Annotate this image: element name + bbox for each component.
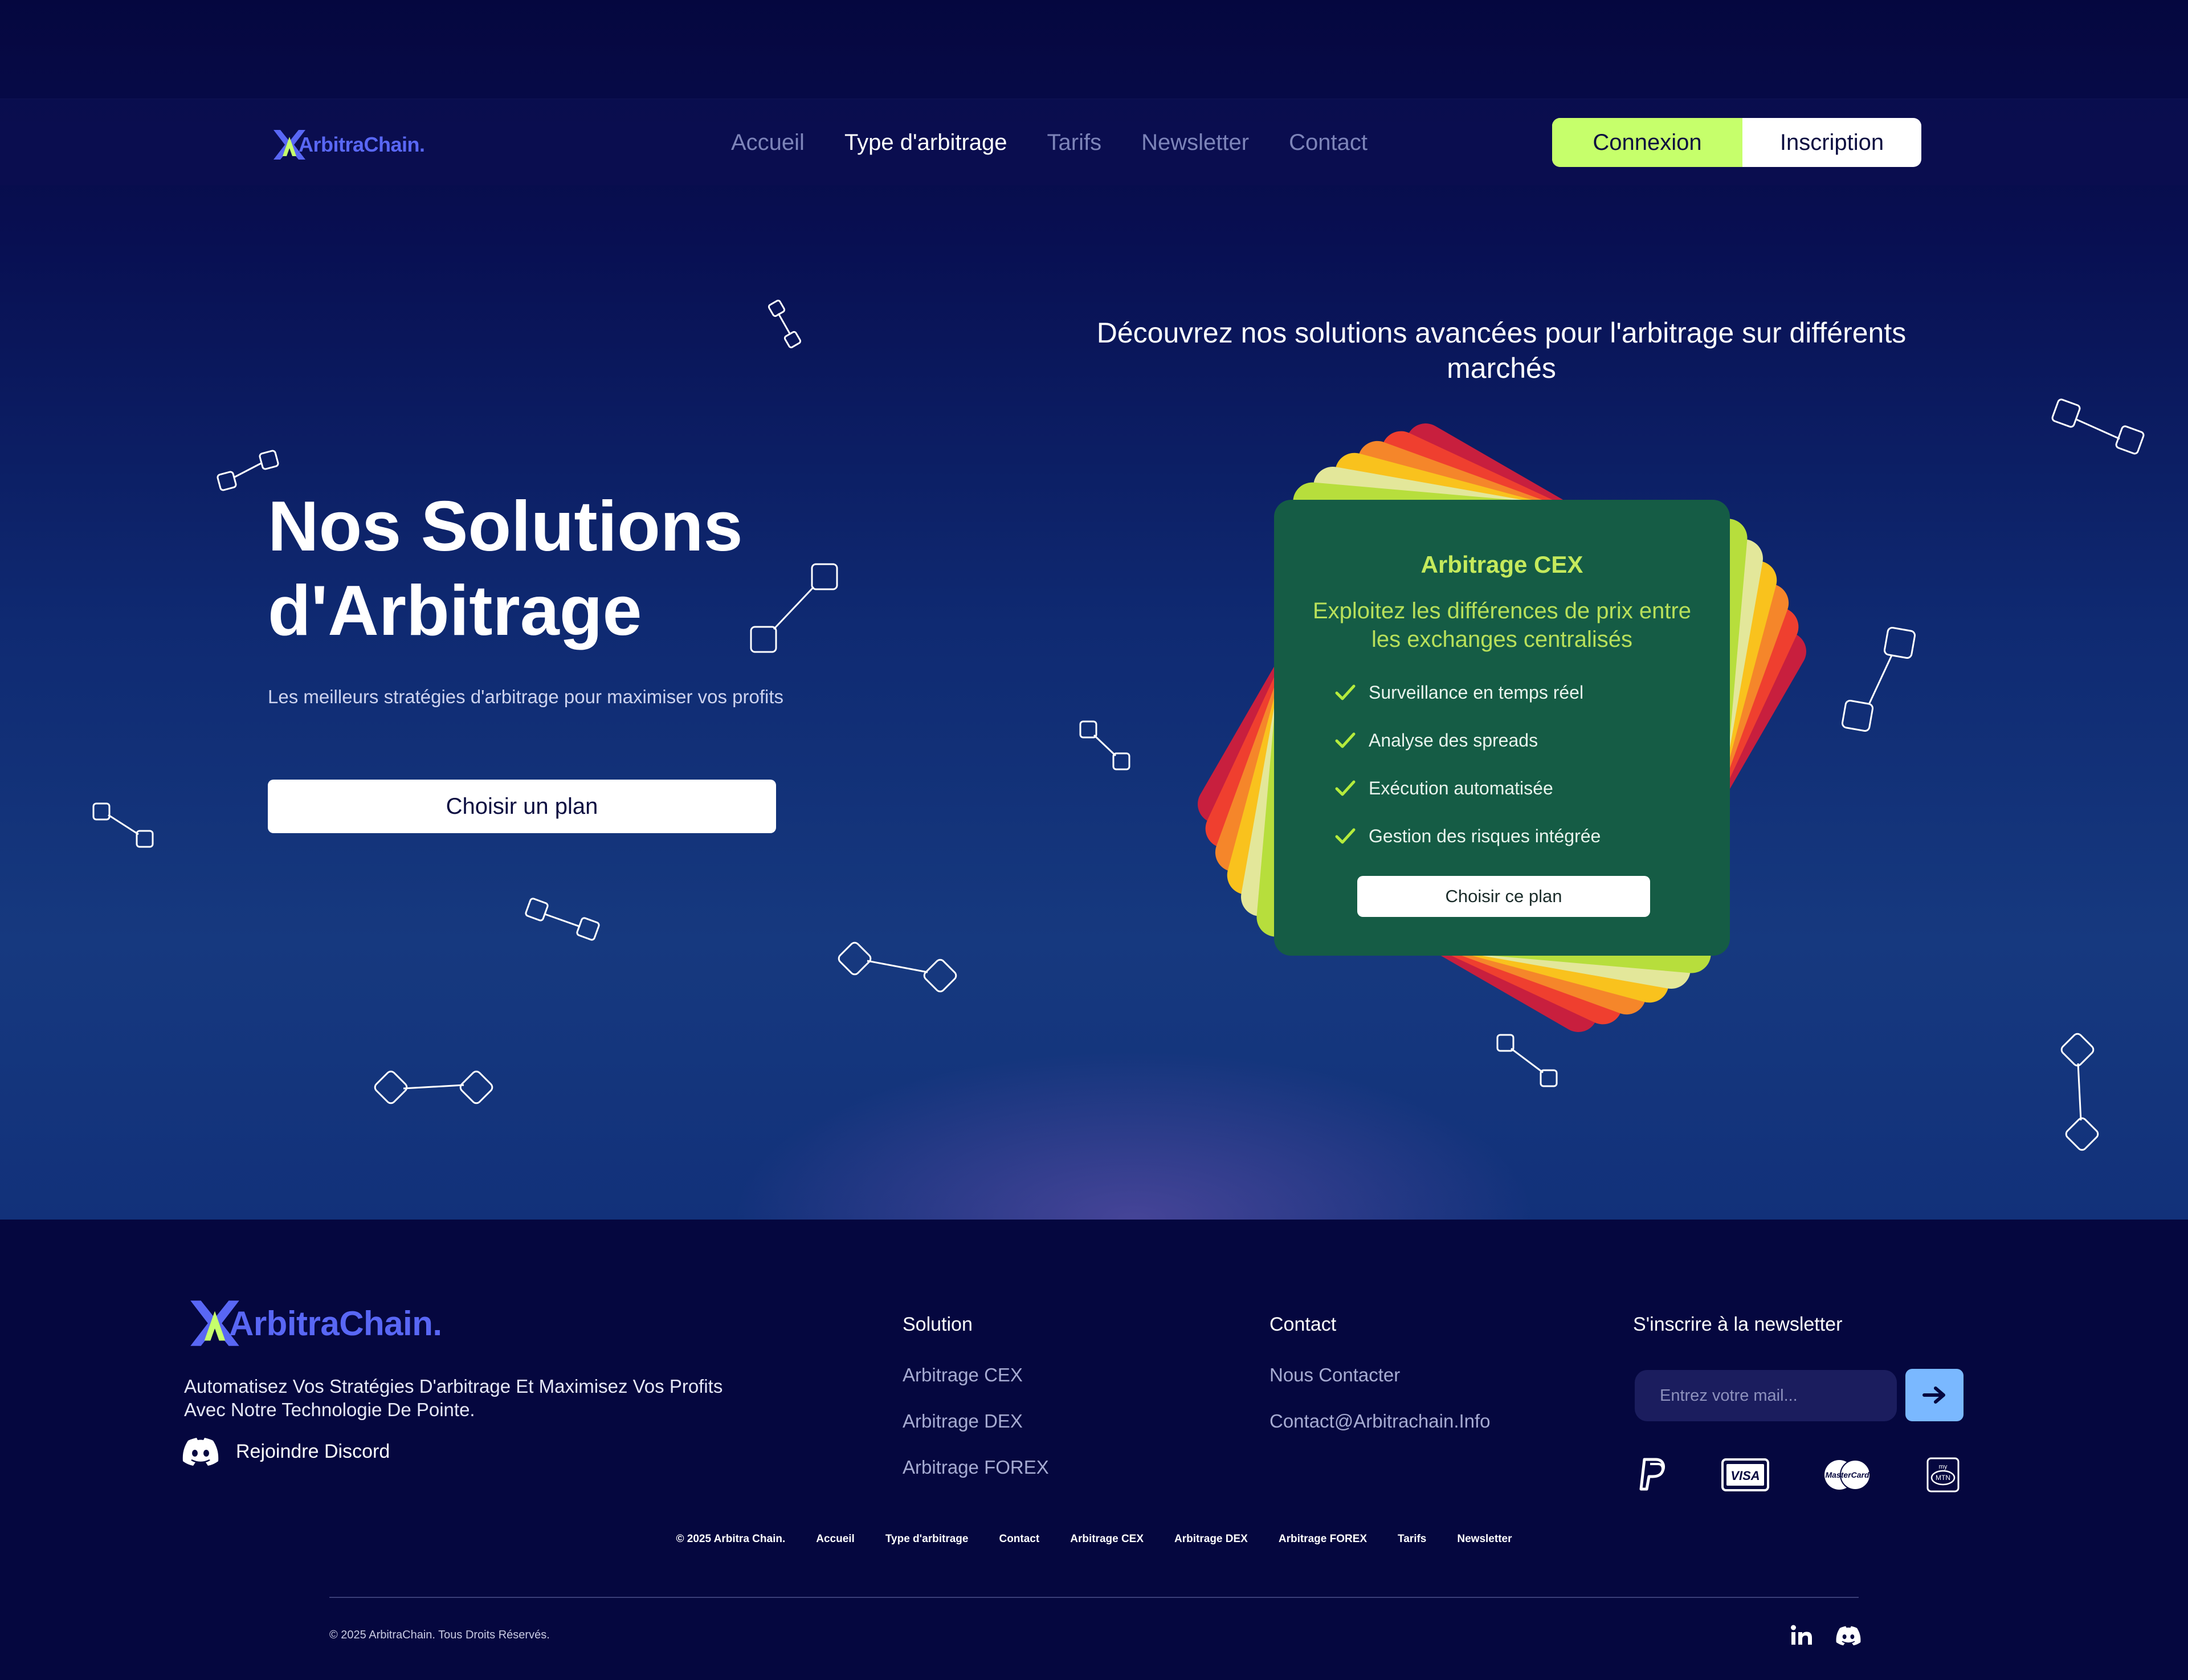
plan-feature: Exécution automatisée bbox=[1333, 764, 1698, 812]
footer-divider bbox=[329, 1597, 1859, 1598]
footer-solution-column: Solution Arbitrage CEX Arbitrage DEX Arb… bbox=[903, 1314, 1049, 1503]
nav-link-contact[interactable]: Contact bbox=[1289, 130, 1368, 156]
linkedin-icon[interactable] bbox=[1789, 1623, 1814, 1648]
solutions-tagline: Découvrez nos solutions avancées pour l'… bbox=[1096, 317, 1907, 384]
node-pair-9 bbox=[1496, 1034, 1558, 1087]
brand-logo[interactable]: ArbitraChain. bbox=[269, 122, 425, 168]
visa-icon: VISA bbox=[1721, 1458, 1769, 1491]
newsletter-email-input[interactable]: Entrez votre mail... bbox=[1635, 1370, 1897, 1421]
plan-feature-label: Surveillance en temps réel bbox=[1369, 682, 1584, 703]
plan-card-description: Exploitez les différences de prix entre … bbox=[1312, 598, 1692, 652]
plan-feature-list: Surveillance en temps réel Analyse des s… bbox=[1333, 668, 1698, 860]
hero-title: Nos Solutions d'Arbitrage bbox=[268, 484, 895, 653]
footer-bottom-links: © 2025 Arbitra Chain. Accueil Type d'arb… bbox=[0, 1533, 2188, 1546]
arbitrachain-logo-icon bbox=[274, 130, 305, 160]
top-navbar: ArbitraChain. Accueil Type d'arbitrage T… bbox=[0, 99, 2188, 185]
auth-buttons: Connexion Inscription bbox=[1552, 118, 1921, 167]
arrow-right-icon bbox=[1922, 1387, 1945, 1404]
check-icon bbox=[1335, 780, 1356, 796]
footer-contact-heading: Contact bbox=[1269, 1314, 1337, 1335]
footer-link-nous-contacter[interactable]: Nous Contacter bbox=[1269, 1364, 1491, 1410]
footer-link-arbitrage-forex[interactable]: Arbitrage FOREX bbox=[903, 1457, 1049, 1503]
node-pair-10 bbox=[2051, 398, 2145, 455]
footer-description: Automatisez Vos Stratégies D'arbitrage E… bbox=[184, 1376, 723, 1420]
login-button[interactable]: Connexion bbox=[1552, 118, 1742, 167]
plan-feature-label: Analyse des spreads bbox=[1369, 729, 1538, 751]
bottom-link-arbitrage-dex[interactable]: Arbitrage DEX bbox=[1174, 1533, 1248, 1546]
hero-title-line2: d'Arbitrage bbox=[268, 572, 642, 650]
discord-icon[interactable] bbox=[1836, 1623, 1861, 1648]
plan-feature-label: Gestion des risques intégrée bbox=[1369, 825, 1601, 846]
footer-brand-logo[interactable]: ArbitraChain. bbox=[183, 1289, 442, 1357]
check-icon bbox=[1335, 732, 1356, 748]
plan-feature-label: Exécution automatisée bbox=[1369, 777, 1553, 798]
svg-text:VISA: VISA bbox=[1730, 1469, 1760, 1483]
footer-link-contact-email[interactable]: Contact@Arbitrachain.Info bbox=[1269, 1410, 1491, 1457]
check-icon bbox=[1335, 684, 1356, 700]
svg-text:MasterCard: MasterCard bbox=[1825, 1470, 1869, 1479]
node-pair-7 bbox=[374, 1070, 493, 1104]
choose-plan-button[interactable]: Choisir un plan bbox=[268, 780, 776, 833]
plan-card: Arbitrage CEX Exploitez les différences … bbox=[1274, 500, 1730, 956]
node-pair-11 bbox=[1841, 626, 1916, 732]
footer-solution-heading: Solution bbox=[903, 1314, 973, 1335]
footer-link-arbitrage-cex[interactable]: Arbitrage CEX bbox=[903, 1364, 1049, 1410]
join-discord-link[interactable]: Rejoindre Discord bbox=[182, 1437, 390, 1466]
newsletter-submit-button[interactable] bbox=[1905, 1369, 1964, 1421]
hero-title-line1: Nos Solutions bbox=[268, 487, 743, 566]
bottom-link-accueil[interactable]: Accueil bbox=[816, 1533, 855, 1546]
node-pair-8 bbox=[1079, 720, 1130, 770]
footer-newsletter-column: S'inscrire à la newsletter bbox=[1633, 1314, 1842, 1364]
node-pair-12 bbox=[2060, 1033, 2099, 1151]
node-pair-6 bbox=[838, 941, 957, 993]
node-pair-4 bbox=[92, 802, 154, 848]
svg-text:MTN: MTN bbox=[1936, 1474, 1950, 1482]
nav-link-tarifs[interactable]: Tarifs bbox=[1047, 130, 1102, 156]
bottom-link-newsletter[interactable]: Newsletter bbox=[1457, 1533, 1512, 1546]
check-icon bbox=[1335, 828, 1356, 844]
choose-this-plan-button[interactable]: Choisir ce plan bbox=[1357, 876, 1650, 917]
nav-link-accueil[interactable]: Accueil bbox=[731, 130, 805, 156]
paypal-icon bbox=[1639, 1458, 1665, 1491]
bottom-link-tarifs[interactable]: Tarifs bbox=[1398, 1533, 1426, 1546]
bottom-link-contact[interactable]: Contact bbox=[999, 1533, 1039, 1546]
footer-copyright: © 2025 ArbitraChain. Tous Droits Réservé… bbox=[329, 1629, 550, 1641]
brand-name: ArbitraChain. bbox=[299, 133, 425, 156]
bottom-link-arbitrage-forex[interactable]: Arbitrage FOREX bbox=[1279, 1533, 1367, 1546]
node-pair-5 bbox=[525, 898, 600, 941]
hero-subtitle: Les meilleurs stratégies d'arbitrage pou… bbox=[268, 686, 783, 707]
plan-feature: Surveillance en temps réel bbox=[1333, 668, 1698, 716]
svg-text:my: my bbox=[1939, 1463, 1948, 1470]
discord-label: Rejoindre Discord bbox=[236, 1440, 390, 1462]
footer-newsletter-heading: S'inscrire à la newsletter bbox=[1633, 1314, 1843, 1335]
footer-copyright-short: © 2025 Arbitra Chain. bbox=[676, 1533, 786, 1545]
mtn-momo-icon: my MTN bbox=[1926, 1457, 1960, 1493]
plan-feature: Analyse des spreads bbox=[1333, 716, 1698, 764]
plan-feature: Gestion des risques intégrée bbox=[1333, 812, 1698, 860]
nav-link-newsletter[interactable]: Newsletter bbox=[1141, 130, 1249, 156]
footer-link-arbitrage-dex[interactable]: Arbitrage DEX bbox=[903, 1410, 1049, 1457]
node-pair-1 bbox=[768, 299, 802, 349]
nav-links: Accueil Type d'arbitrage Tarifs Newslett… bbox=[731, 99, 1407, 186]
discord-icon bbox=[182, 1438, 219, 1466]
nav-link-type-arbitrage[interactable]: Type d'arbitrage bbox=[844, 130, 1007, 156]
bottom-link-arbitrage-cex[interactable]: Arbitrage CEX bbox=[1070, 1533, 1144, 1546]
hero-section: ArbitraChain. Accueil Type d'arbitrage T… bbox=[0, 0, 2188, 1220]
signup-button[interactable]: Inscription bbox=[1742, 118, 1921, 167]
footer-contact-column: Contact Nous Contacter Contact@Arbitrach… bbox=[1269, 1314, 1491, 1457]
plan-card-title: Arbitrage CEX bbox=[1420, 551, 1583, 578]
mastercard-icon: MasterCard bbox=[1824, 1459, 1871, 1490]
footer-brand-name: ArbitraChain. bbox=[229, 1304, 442, 1343]
bottom-link-type-arbitrage[interactable]: Type d'arbitrage bbox=[885, 1533, 969, 1546]
